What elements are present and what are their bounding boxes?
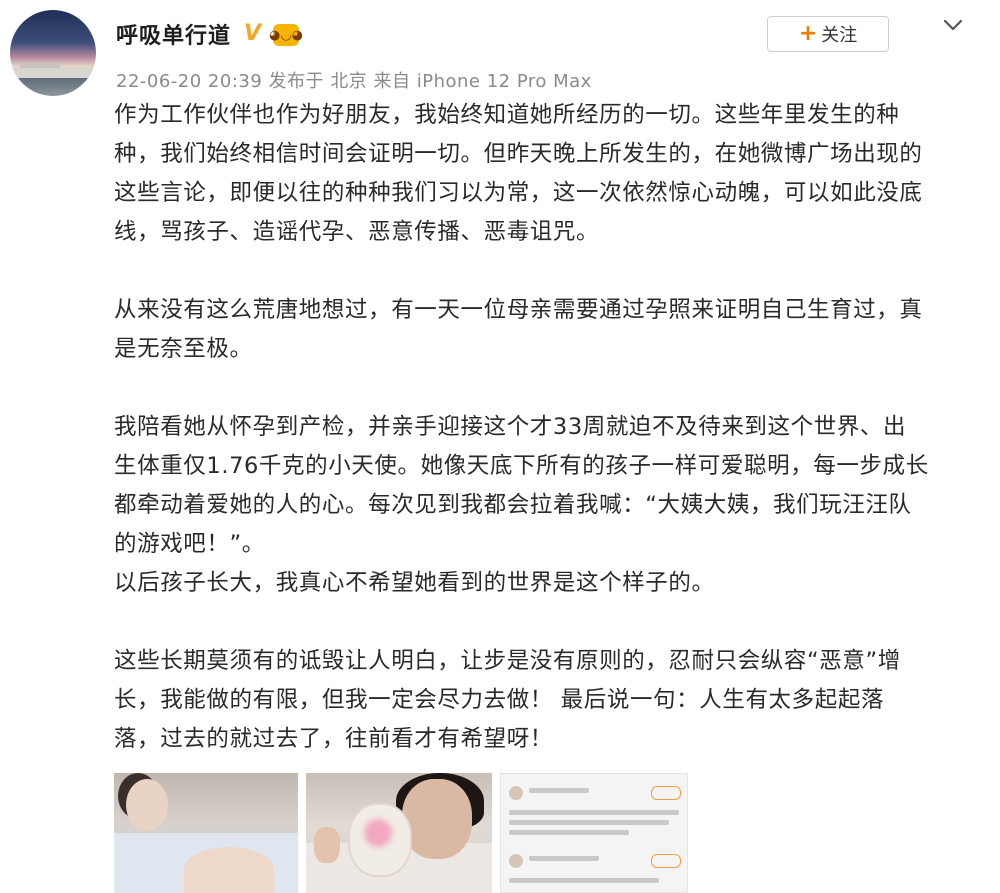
- photo-detail: [184, 847, 274, 893]
- photo-detail: [509, 878, 659, 883]
- photo-detail: [509, 786, 523, 800]
- photo-detail: [651, 786, 681, 800]
- photo-detail: [364, 819, 392, 847]
- photo-detail: [126, 779, 168, 831]
- mother-baby-photo[interactable]: [306, 773, 492, 893]
- username[interactable]: 呼吸单行道: [116, 18, 231, 50]
- comment-screenshot-photo[interactable]: [500, 773, 688, 893]
- post-line: 长，我能做的有限，但我一定会尽力去做！ 最后说一句：人生有太多起起落: [114, 687, 885, 713]
- post-body: 作为工作伙伴也作为好朋友，我始终知道她所经历的一切。这些年里发生的种 种，我们始…: [114, 96, 984, 759]
- post-line: 以后孩子长大，我真心不希望她看到的世界是这个样子的。: [114, 570, 715, 596]
- photo-detail: [402, 779, 472, 859]
- post-line: 是无奈至极。: [114, 336, 253, 362]
- hospital-photo[interactable]: [114, 773, 298, 893]
- post-line: 我陪看她从怀孕到产检，并亲手迎接这个才33周就迫不及待来到这个世界、出: [114, 414, 907, 440]
- photo-detail: [509, 820, 669, 825]
- avatar-scenery-ground: [10, 68, 96, 78]
- post-device: 来自 iPhone 12 Pro Max: [373, 71, 592, 92]
- user-avatar[interactable]: [10, 10, 96, 96]
- member-badge-icon[interactable]: ◕◡◕: [269, 24, 303, 46]
- photo-detail: [651, 854, 681, 868]
- post-location: 发布于 北京: [268, 71, 368, 92]
- post-meta: 22-06-20 20:39 发布于 北京 来自 iPhone 12 Pro M…: [116, 67, 592, 93]
- post-line: 这些言论，即便以往的种种我们习以为常，这一次依然惊心动魄，可以如此没底: [114, 180, 923, 206]
- post-line: 都牵动着爱她的人的心。每次见到我都会拉着我喊：“大姨大姨，我们玩汪汪队: [114, 492, 912, 518]
- post-timestamp[interactable]: 22-06-20 20:39: [116, 71, 262, 92]
- photo-detail: [529, 788, 589, 793]
- post-line: 作为工作伙伴也作为好朋友，我始终知道她所经历的一切。这些年里发生的种: [114, 102, 900, 128]
- verified-icon: V: [244, 21, 262, 46]
- post-line: 的游戏吧！”。: [114, 531, 265, 557]
- post-line: 从来没有这么荒唐地想过，有一天一位母亲需要通过孕照来证明自己生育过，真: [114, 297, 923, 323]
- follow-label: 关注: [821, 25, 858, 46]
- post-line: 生体重仅1.76千克的小天使。她像天底下所有的孩子一样可爱聪明，每一步成长: [114, 453, 929, 479]
- post-line: 种，我们始终相信时间会证明一切。但昨天晚上所发生的，在她微博广场出现的: [114, 141, 923, 167]
- photo-detail: [509, 810, 679, 815]
- plus-icon: +: [798, 21, 818, 46]
- photo-detail: [529, 856, 599, 861]
- photo-detail: [509, 830, 629, 835]
- post-line: 这些长期莫须有的诋毁让人明白，让步是没有原则的，忍耐只会纵容“恶意”增: [114, 648, 901, 674]
- post-line: 落，过去的就过去了，往前看才有希望呀！: [114, 726, 553, 752]
- post-line: 线，骂孩子、造谣代孕、恶意传播、恶毒诅咒。: [114, 219, 600, 245]
- photo-detail: [314, 827, 340, 863]
- follow-button[interactable]: + 关注: [767, 16, 889, 52]
- photo-detail: [509, 854, 523, 868]
- chevron-down-icon[interactable]: [941, 13, 965, 37]
